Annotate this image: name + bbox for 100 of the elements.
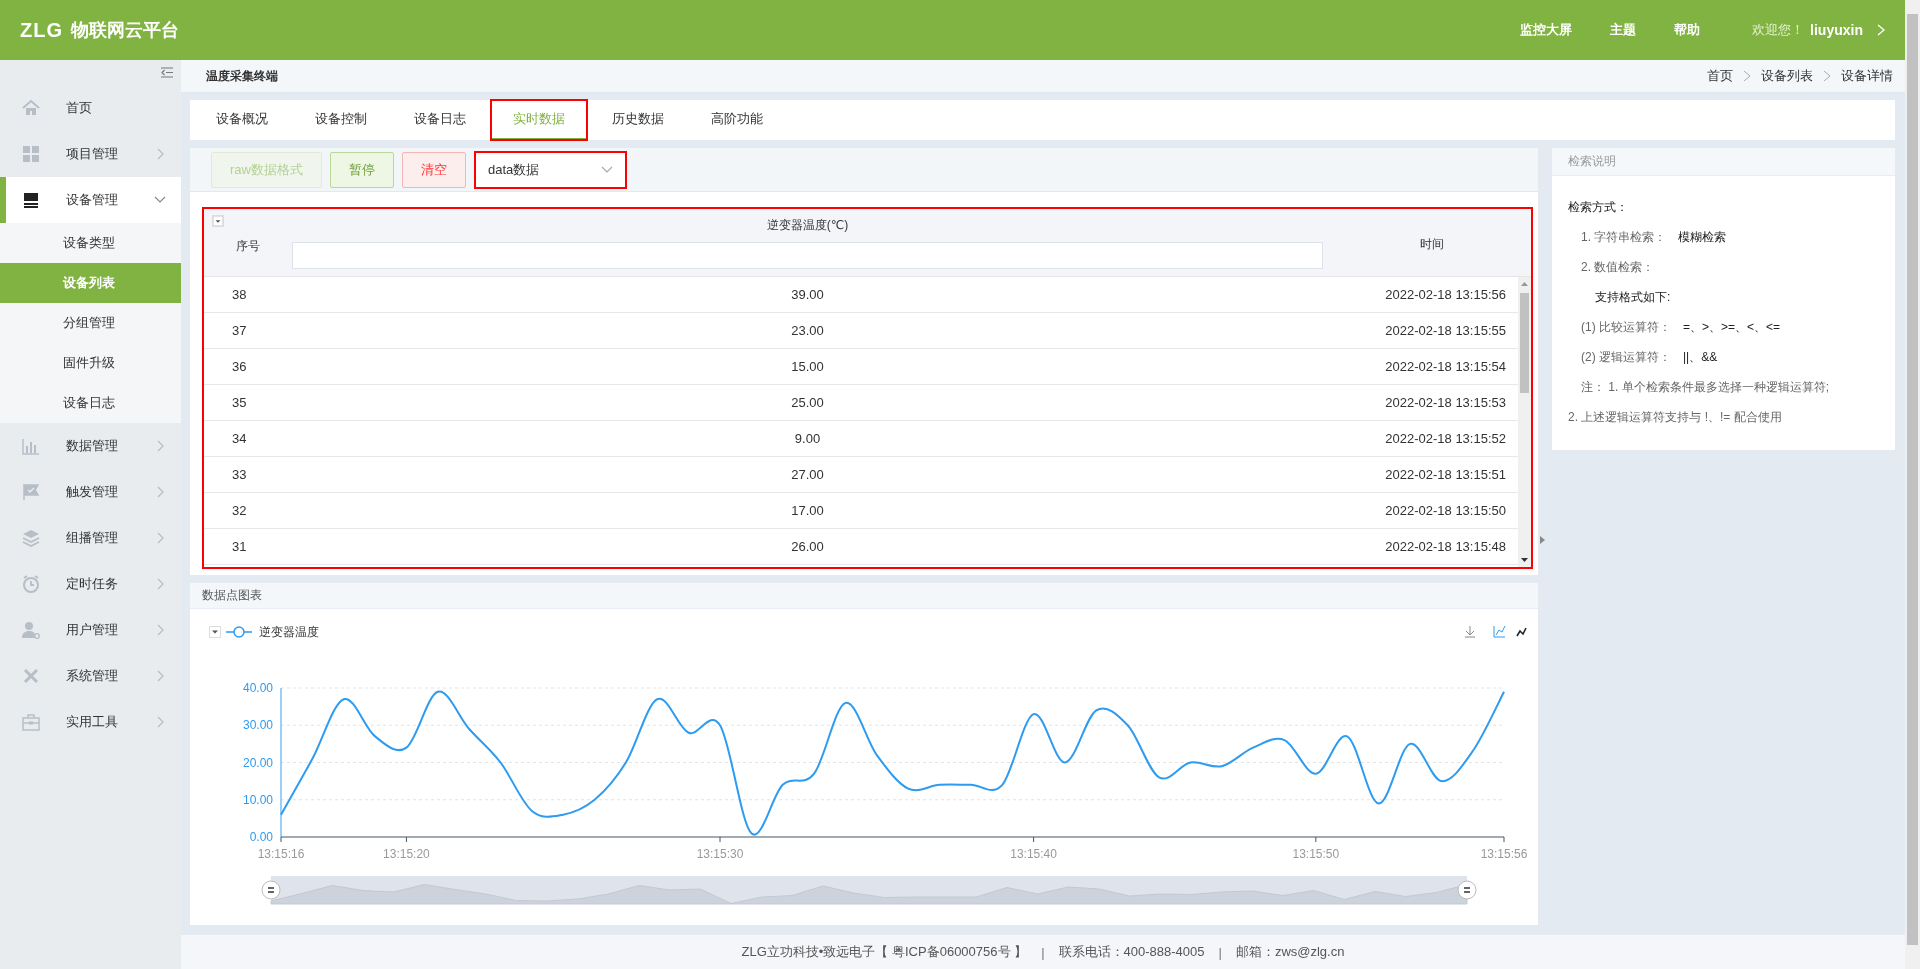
column-header: 序号 — [236, 238, 260, 255]
table-cell-text: 35 — [231, 395, 248, 410]
table-cell-text: 2022-02-18 13:15:56 — [1384, 287, 1507, 302]
table-cell-text: 2022-02-18 13:15:54 — [1384, 359, 1507, 374]
sidebar-item[interactable]: 项目管理 — [0, 131, 181, 177]
user-icon — [22, 621, 40, 639]
tab[interactable]: 设备控制 — [293, 100, 389, 140]
alarm-clock-icon — [22, 575, 40, 593]
table-cell-text: 27.00 — [790, 467, 825, 482]
chevron-right-icon — [1743, 70, 1751, 82]
table-cell-text: 2022-02-18 13:15:53 — [1384, 395, 1507, 410]
server-icon — [22, 191, 40, 209]
submenu-item[interactable]: 固件升级 — [0, 343, 181, 383]
help-heading: 支持格式如下: — [1595, 288, 1671, 306]
data-zoom-slider[interactable] — [270, 876, 1468, 905]
table-cell-text: 34 — [231, 431, 248, 446]
help-label: (1) 比较运算符： — [1581, 318, 1671, 336]
sidebar-item[interactable]: 设备管理 — [0, 177, 181, 223]
home-icon — [22, 99, 40, 117]
layers-icon — [22, 529, 40, 547]
sidebar-item[interactable]: 触发管理 — [0, 469, 181, 515]
table-cell-text: 26.00 — [790, 539, 825, 554]
help-value: ||、&& — [1683, 348, 1718, 366]
collapse-menu-icon[interactable] — [161, 67, 173, 78]
dropdown-toggle-icon[interactable] — [209, 626, 221, 638]
table-cell-text: 23.00 — [790, 323, 825, 338]
submenu-item[interactable]: 设备日志 — [0, 383, 181, 423]
footer-text: 邮箱：zws@zlg.cn — [1235, 943, 1345, 961]
table-cell-text: 2022-02-18 13:15:48 — [1384, 539, 1507, 554]
table-cell-text: 37 — [231, 323, 248, 338]
chevron-right-icon[interactable] — [1877, 24, 1885, 36]
briefcase-icon — [22, 713, 40, 731]
sidebar-item[interactable]: 首页 — [0, 85, 181, 131]
filter-field[interactable] — [292, 241, 1323, 269]
table-cell-text: 33 — [231, 467, 248, 482]
expand-arrow-icon[interactable] — [1540, 536, 1545, 544]
help-value: =、>、>=、<、<= — [1683, 318, 1781, 336]
axis-tick-label: 13:15:30 — [696, 847, 744, 861]
table-cell-text: 25.00 — [790, 395, 825, 410]
data-type-select[interactable]: data数据 — [473, 150, 627, 189]
tab[interactable]: 设备概况 — [194, 100, 290, 140]
slider-handle[interactable] — [1457, 880, 1477, 900]
logo: ZLG — [20, 18, 63, 42]
panel-title: 检索说明 — [1568, 153, 1616, 170]
scrollbar-thumb[interactable] — [1907, 14, 1918, 945]
tab[interactable]: 高阶功能 — [689, 100, 785, 140]
table-cell-text: 32 — [231, 503, 248, 518]
table-cell-text: 39.00 — [790, 287, 825, 302]
separator-text: | — [1041, 944, 1045, 960]
help-heading: 检索方式： — [1568, 198, 1628, 216]
chevron-right-icon — [1823, 70, 1831, 82]
panel-title: 数据点图表 — [202, 587, 262, 604]
axis-tick-label: 0.00 — [249, 830, 273, 844]
footer-text: 联系电话：400-888-4005 — [1058, 943, 1205, 961]
sidebar-item[interactable]: 数据管理 — [0, 423, 181, 469]
caret-icon — [600, 165, 613, 174]
axis-tick-label: 20.00 — [242, 755, 273, 770]
legend-item[interactable]: 逆变器温度 — [225, 625, 319, 639]
sidebar-item[interactable]: 定时任务 — [0, 561, 181, 607]
axis-tick-label: 10.00 — [242, 792, 273, 807]
sidebar-item[interactable]: 系统管理 — [0, 653, 181, 699]
axis-tick-label: 30.00 — [242, 718, 273, 733]
help-value: 模糊检索 — [1678, 228, 1727, 246]
page-scrollbar[interactable] — [1905, 0, 1920, 969]
dropdown-toggle-icon[interactable] — [212, 215, 224, 227]
breadcrumb-link[interactable]: 首页 — [1707, 67, 1733, 85]
breadcrumb-link[interactable]: 设备列表 — [1761, 67, 1813, 85]
submenu-item[interactable]: 设备类型 — [0, 223, 181, 263]
grid-icon — [22, 145, 40, 163]
slider-handle[interactable] — [261, 880, 281, 900]
column-header: 时间 — [1420, 236, 1444, 253]
download-icon[interactable] — [1464, 625, 1476, 638]
sidebar-item[interactable]: 用户管理 — [0, 607, 181, 653]
table-cell-text: 2022-02-18 13:15:52 — [1384, 431, 1507, 446]
scroll-down-icon[interactable] — [1520, 556, 1529, 564]
table-scrollbar[interactable] — [1518, 277, 1531, 567]
breadcrumb-link[interactable]: 设备详情 — [1841, 67, 1893, 85]
help-label: 2. 数值检索： — [1581, 258, 1655, 276]
help-label: (2) 逻辑运算符： — [1581, 348, 1671, 366]
axis-tick-label: 13:15:16 — [257, 847, 305, 861]
footer-text: ZLG立功科技•致远电子【 粤ICP备06000756号 】 — [741, 943, 1028, 961]
submenu-item[interactable]: 分组管理 — [0, 303, 181, 343]
welcome-text: 欢迎您！ — [1752, 21, 1805, 39]
axis-tick-label: 40.00 — [242, 681, 273, 695]
sidebar-item[interactable]: 组播管理 — [0, 515, 181, 561]
sidebar-item[interactable]: 实用工具 — [0, 699, 181, 745]
tab[interactable]: 设备日志 — [392, 100, 488, 140]
bar-chart-icon — [22, 437, 40, 455]
tab[interactable]: 历史数据 — [590, 100, 686, 140]
scroll-up-icon[interactable] — [1520, 280, 1529, 288]
table-cell-text: 2022-02-18 13:15:50 — [1384, 503, 1507, 518]
scrollbar-thumb[interactable] — [1520, 293, 1529, 393]
separator-text: | — [1218, 944, 1222, 960]
table-cell-text: 36 — [231, 359, 248, 374]
line-chart-icon[interactable] — [1493, 625, 1506, 638]
column-header: 逆变器温度(℃) — [766, 216, 849, 234]
trend-icon[interactable] — [1516, 627, 1527, 637]
tools-icon — [22, 667, 40, 685]
help-note: 注： 1. 单个检索条件最多选择一种逻辑运算符; — [1581, 378, 1829, 396]
table-cell-text: 31 — [231, 539, 248, 554]
